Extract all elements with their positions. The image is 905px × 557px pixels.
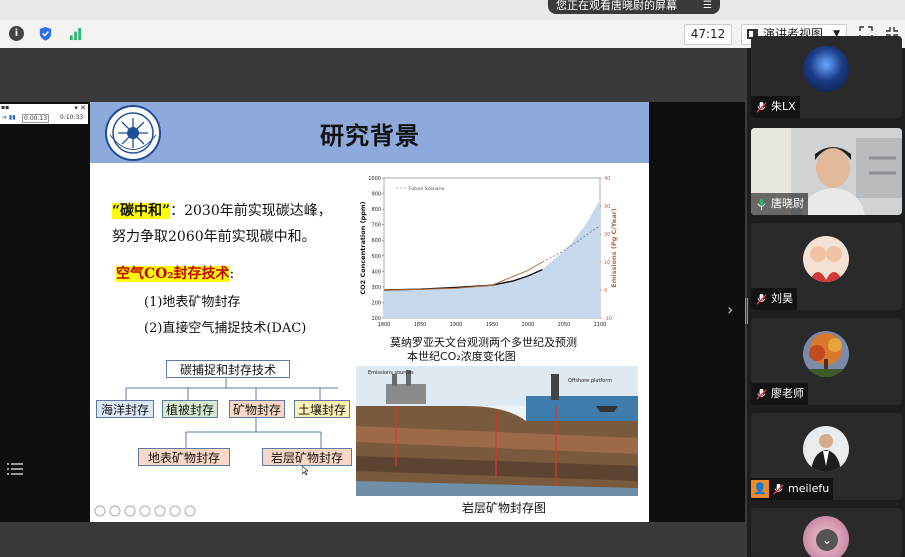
- tree-ocean-storage: 海洋封存: [96, 400, 154, 418]
- signal-icon[interactable]: [68, 26, 83, 41]
- co2-chart: 1002003004005006007008009001000-10010203…: [359, 176, 618, 328]
- time-total: 0:10:33: [60, 114, 84, 121]
- participant-name: 朱LX: [771, 100, 796, 113]
- participant-tile-3[interactable]: 刘昊: [751, 223, 902, 310]
- scroll-down-button[interactable]: ⌄: [816, 529, 838, 551]
- tree-rock-mineral: 岩层矿物封存: [262, 448, 352, 466]
- presentation-slide: 研究背景 “碳中和”：2030年前实现碳达峰， 努力争取2060年前实现碳中和。…: [90, 102, 649, 522]
- legend-label: Future Scenario: [409, 186, 445, 192]
- participant-tile-1[interactable]: 朱LX: [751, 36, 902, 118]
- slide-tools-bar[interactable]: [94, 504, 204, 518]
- x-tick-label: 1800: [378, 322, 391, 328]
- storage-item-2: (2)直接空气捕捉技术(DAC): [144, 321, 307, 336]
- mic-muted-icon: [756, 388, 767, 400]
- y-tick-label: 500: [371, 254, 381, 260]
- co2-storage-heading: 空气CO₂封存技术:: [116, 263, 234, 283]
- co2-storage-colon: :: [229, 266, 235, 282]
- svg-text:Emissions sources: Emissions sources: [368, 370, 414, 376]
- carbon-neutral-text1: ：2030年前实现碳达峰，: [170, 203, 332, 219]
- night-sky-avatar: [803, 46, 849, 92]
- carbon-neutral-line2: 努力争取2060年前实现碳中和。: [112, 229, 316, 245]
- participant-tile-active[interactable]: 唐晓尉: [751, 128, 902, 215]
- tree-surface-mineral: 地表矿物封存: [138, 448, 230, 466]
- carbon-neutral-line1: “碳中和”：2030年前实现碳达峰，: [112, 200, 332, 220]
- share-left-strip: [0, 102, 90, 522]
- participant-name-bar: 👤 meilefu: [751, 478, 834, 500]
- tree-soil-storage: 土壤封存: [294, 400, 350, 418]
- autumn-tree-avatar: [803, 331, 849, 377]
- tree-vegetation-storage: 植被封存: [162, 400, 218, 418]
- mic-muted-icon: [773, 483, 784, 495]
- shield-icon[interactable]: [38, 26, 53, 41]
- top-banner: [0, 0, 905, 20]
- share-bottom-strip: [0, 522, 745, 557]
- y-tick-label: 300: [371, 285, 381, 291]
- share-top-strip: [0, 48, 745, 102]
- man-suit-avatar: [803, 426, 849, 472]
- y-tick-label: 200: [371, 300, 381, 306]
- participant-name-bar: 朱LX: [751, 96, 800, 118]
- slide-header: 研究背景: [90, 102, 649, 163]
- list-menu-icon[interactable]: [7, 462, 23, 476]
- co2-storage-term: 空气CO₂封存技术: [116, 266, 230, 282]
- play-controls-icon[interactable]: ➔ ▮▮: [2, 114, 16, 121]
- participant-name: 唐晓尉: [771, 197, 804, 210]
- resize-handle[interactable]: [745, 298, 748, 324]
- y-tick-label: 1000: [368, 176, 381, 182]
- y2-tick-label: 0: [604, 288, 607, 294]
- participant-name: 廖老师: [771, 387, 804, 400]
- x-tick-label: 2000: [522, 322, 535, 328]
- user-placeholder-icon: 👤: [751, 480, 769, 498]
- x-tick-label: 2050: [558, 322, 571, 328]
- tree-root: 碳捕捉和封存技术: [166, 360, 290, 378]
- time-current: 0:00:13: [22, 114, 50, 123]
- mini-player-title: ▪▪: [1, 104, 10, 111]
- share-notice-text: 您正在观看唐晓尉的屏幕: [556, 0, 677, 12]
- ccs-tree-diagram: 碳捕捉和封存技术 海洋封存 植被封存 矿物封存 土壤封存 地表矿物封存 岩层矿物…: [96, 358, 356, 470]
- screen-share-notice[interactable]: 您正在观看唐晓尉的屏幕 ☰: [548, 0, 720, 14]
- participant-tile-5[interactable]: 👤 meilefu: [751, 413, 902, 500]
- x-tick-label: 1850: [414, 322, 427, 328]
- tree-mineral-storage: 矿物封存: [229, 400, 285, 418]
- close-icon[interactable]: ▾ ✕: [74, 104, 86, 112]
- slide-title: 研究背景: [320, 122, 420, 150]
- kids-photo-avatar: [803, 236, 849, 282]
- y-tick-label: 400: [371, 269, 381, 275]
- x-tick-label: 1900: [450, 322, 463, 328]
- svg-text:Offshore platform: Offshore platform: [568, 378, 612, 384]
- presentation-mini-player[interactable]: ▪▪ ▾ ✕ ➔ ▮▮ 0:00:13 0:10:33: [0, 104, 88, 124]
- participant-name-bar: 刘昊: [751, 288, 797, 310]
- participant-name: 刘昊: [771, 292, 793, 305]
- mic-muted-icon: [756, 101, 767, 113]
- y2-axis-label: Emissions (Pg C/Year): [610, 208, 618, 288]
- participant-name: meilefu: [788, 482, 830, 495]
- participant-name-bar: 廖老师: [751, 383, 808, 405]
- chevron-right-icon[interactable]: ›: [727, 300, 733, 319]
- y-tick-label: 900: [371, 192, 381, 198]
- diagram-caption: 岩层矿物封存图: [462, 501, 547, 515]
- mouse-cursor-icon: [302, 466, 308, 475]
- chart-caption-line2: 本世纪CO₂浓度变化图: [407, 350, 516, 363]
- x-tick-label: 1950: [486, 322, 499, 328]
- mic-active-icon: [757, 198, 766, 210]
- meeting-timer: 47:12: [684, 24, 732, 45]
- y-tick-label: 800: [371, 207, 381, 213]
- participant-name-bar: 唐晓尉: [751, 193, 808, 215]
- y-tick-label: 700: [371, 223, 381, 229]
- mic-muted-icon: [756, 293, 767, 305]
- university-logo: [105, 105, 161, 161]
- y-tick-label: 600: [371, 238, 381, 244]
- y-axis-label: CO2 Concentration (ppm): [359, 201, 367, 294]
- carbon-neutral-term: “碳中和”: [112, 203, 171, 219]
- sharing-menu-icon[interactable]: ☰: [703, 0, 712, 12]
- info-icon[interactable]: i: [9, 26, 24, 41]
- rock-storage-diagram: Emissions sources Offshore platform: [356, 366, 638, 496]
- x-tick-label: 2100: [594, 322, 607, 328]
- participant-tile-4[interactable]: 廖老师: [751, 318, 902, 405]
- y2-tick-label: 40: [604, 176, 610, 182]
- storage-item-1: (1)地表矿物封存: [144, 295, 241, 310]
